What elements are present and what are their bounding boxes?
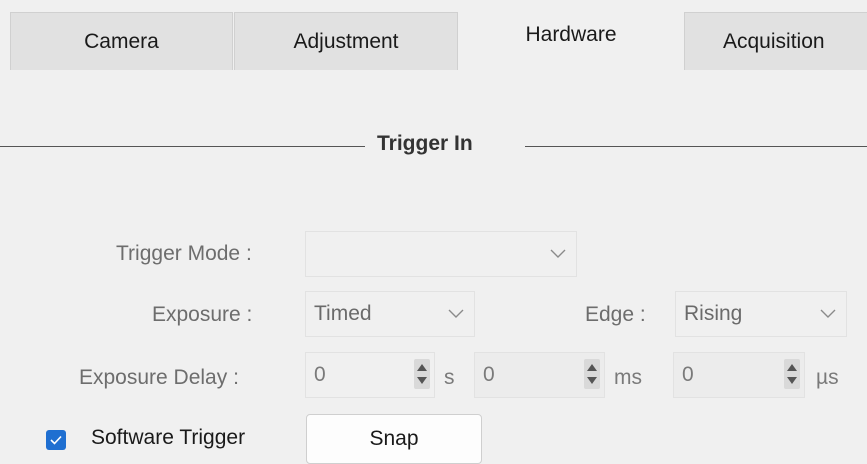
- tab-adjustment[interactable]: Adjustment: [234, 12, 458, 70]
- trigger-mode-label: Trigger Mode :: [116, 242, 252, 265]
- exposure-value: Timed: [314, 302, 372, 325]
- exposure-delay-us-input[interactable]: 0: [673, 352, 805, 398]
- edge-value: Rising: [684, 302, 743, 325]
- edge-label: Edge :: [585, 303, 646, 326]
- chevron-down-icon: [540, 249, 576, 259]
- tab-hardware[interactable]: Hardware: [459, 8, 683, 70]
- checkmark-icon: [50, 435, 62, 445]
- exposure-label: Exposure :: [152, 303, 253, 326]
- exposure-delay-label: Exposure Delay :: [79, 366, 239, 389]
- tab-acquisition[interactable]: Acquisition: [684, 12, 867, 70]
- software-trigger-label[interactable]: Software Trigger: [91, 426, 245, 450]
- chevron-down-icon: [810, 309, 846, 319]
- microseconds-unit: µs: [816, 366, 839, 389]
- spin-arrows-icon[interactable]: [784, 359, 800, 389]
- edge-select[interactable]: Rising: [675, 291, 847, 337]
- trigger-mode-select[interactable]: [305, 231, 577, 277]
- tab-bar: Camera Adjustment Hardware Acquisition: [0, 0, 867, 70]
- group-divider-right: [525, 146, 867, 147]
- exposure-select[interactable]: Timed: [305, 291, 475, 337]
- exposure-delay-ms-input[interactable]: 0: [474, 352, 605, 398]
- group-title: Trigger In: [377, 132, 473, 155]
- chevron-down-icon: [438, 309, 474, 319]
- software-trigger-checkbox[interactable]: [46, 430, 66, 450]
- spin-arrows-icon[interactable]: [584, 359, 600, 389]
- milliseconds-unit: ms: [614, 366, 642, 389]
- tab-camera[interactable]: Camera: [10, 12, 233, 70]
- seconds-unit: s: [444, 366, 455, 389]
- group-divider-left: [0, 146, 365, 147]
- spin-arrows-icon[interactable]: [414, 359, 430, 389]
- exposure-delay-seconds-input[interactable]: 0: [305, 352, 435, 398]
